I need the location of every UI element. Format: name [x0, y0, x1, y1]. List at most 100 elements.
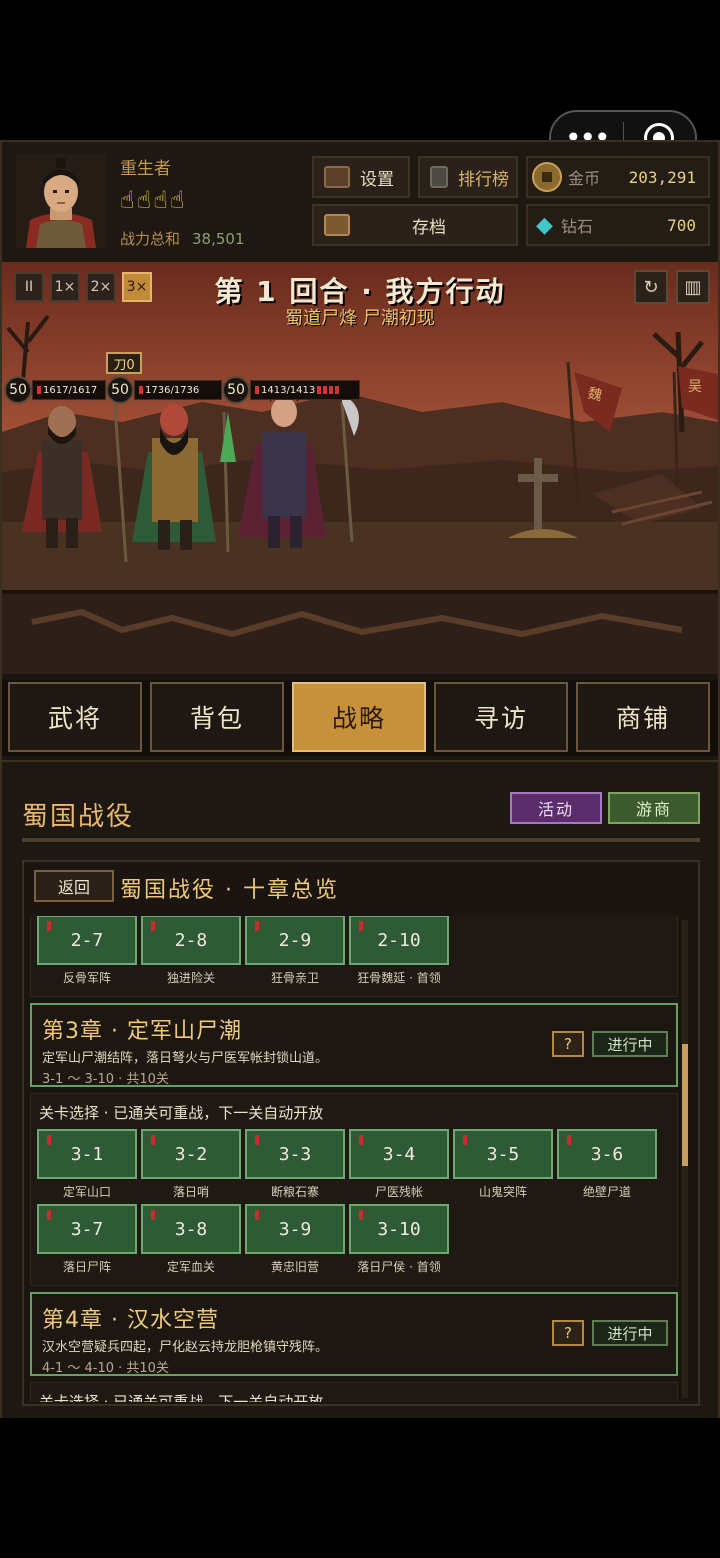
stage-3-8[interactable]: 3-8 定军血关	[141, 1204, 241, 1275]
tab-inventory[interactable]: 背包	[150, 682, 284, 752]
stage-name: 定军血关	[166, 1260, 215, 1274]
stats-chart-icon[interactable]: ▥	[676, 270, 710, 304]
save-button[interactable]: 存档	[312, 204, 518, 246]
scrollbar-thumb[interactable]	[682, 1044, 688, 1166]
unit-hp-text: 1736/1736	[145, 384, 200, 396]
chapter-range: 3-1 ～ 3-10 · 共10关	[42, 1072, 169, 1087]
panel-title: 蜀国战役	[22, 802, 135, 832]
stage-id: 3-4	[382, 1143, 416, 1165]
settings-button[interactable]: 设置	[312, 156, 410, 198]
title-divider	[22, 838, 700, 842]
stage-3-10[interactable]: 3-10 落日尸侯 · 首领	[349, 1204, 449, 1275]
save-chest-icon	[324, 214, 350, 236]
merchant-button[interactable]: 游商	[608, 792, 700, 824]
stage-name: 绝壁尸道	[582, 1185, 631, 1199]
chapter3-stage-grid: 关卡选择 · 已通关可重战，下一关自动开放 3-1 定军山口 3-2 落日哨 3-3…	[30, 1093, 678, 1286]
stage-2-10[interactable]: 2-10 狂骨魏延 · 首领	[349, 916, 449, 986]
stage-name: 落日哨	[172, 1185, 209, 1199]
stage-name: 断粮石寨	[270, 1185, 319, 1199]
tab-shop[interactable]: 商铺	[576, 682, 710, 752]
stage-name: 落日尸侯 · 首领	[357, 1260, 441, 1274]
stage-2-9[interactable]: 2-9 狂骨亲卫	[245, 916, 345, 986]
flag-icon	[47, 1210, 51, 1220]
stage-name: 狂骨亲卫	[270, 971, 319, 985]
main-tabs: 武将 背包 战略 寻访 商铺	[2, 680, 718, 756]
chapter-help-button[interactable]: ?	[552, 1320, 584, 1346]
stage-name: 定军山口	[62, 1185, 111, 1199]
flag-icon	[359, 921, 363, 931]
chapter-status-badge: 进行中	[592, 1320, 668, 1346]
chapter-help-button[interactable]: ?	[552, 1031, 584, 1057]
power-label: 战力总和	[120, 230, 181, 248]
unit-level: 50	[106, 376, 134, 404]
strategy-panel: 蜀国战役 活动 游商 返回 蜀国战役 · 十章总览 2-7 反骨军阵 2-8 独进险…	[2, 760, 718, 1418]
stage-3-3[interactable]: 3-3 断粮石寨	[245, 1129, 345, 1200]
stage-id: 3-5	[486, 1143, 520, 1165]
flag-icon	[47, 1135, 51, 1145]
flag-icon	[151, 1135, 155, 1145]
flag-icon	[359, 1135, 363, 1145]
unit-hp-bar: 1736/1736	[134, 380, 222, 400]
tab-strategy[interactable]: 战略	[292, 682, 426, 752]
chapter-list[interactable]: 2-7 反骨军阵 2-8 独进险关 2-9 狂骨亲卫 2-10 狂骨魏延 · 首领 第3…	[30, 916, 678, 1402]
stage-id: 3-6	[590, 1143, 624, 1165]
ranking-label: 排行榜	[458, 169, 509, 190]
stage-id: 3-9	[278, 1218, 312, 1240]
stage-name: 尸医残帐	[374, 1185, 423, 1199]
stage-id: 3-2	[174, 1143, 208, 1165]
stage-name: 狂骨魏延 · 首领	[357, 971, 441, 985]
flag-icon	[463, 1135, 467, 1145]
flag-icon	[47, 921, 51, 931]
chapter-3-card[interactable]: 第3章 · 定军山尸潮 定军山尸潮结阵，落日弩火与尸医军帐封锁山道。 3-1 ～…	[30, 1003, 678, 1087]
power-value: 38,501	[192, 230, 245, 248]
stamina-hand-icons: ☝☝☝☝	[120, 186, 187, 214]
stage-2-7[interactable]: 2-7 反骨军阵	[37, 916, 137, 986]
flag-icon	[151, 1210, 155, 1220]
stage-name: 山鬼突阵	[478, 1185, 527, 1199]
stage-3-4[interactable]: 3-4 尸医残帐	[349, 1129, 449, 1200]
tab-generals[interactable]: 武将	[8, 682, 142, 752]
chapter2-stage-grid: 2-7 反骨军阵 2-8 独进险关 2-9 狂骨亲卫 2-10 狂骨魏延 · 首领	[30, 916, 678, 997]
settings-label: 设置	[360, 169, 394, 190]
diamond-value: 700	[667, 215, 696, 235]
player-name: 重生者	[120, 159, 171, 179]
gold-display: 金币 203,291	[526, 156, 710, 198]
unit-level: 50	[4, 376, 32, 404]
back-button[interactable]: 返回	[34, 870, 114, 902]
gold-value: 203,291	[628, 167, 696, 187]
restart-icon[interactable]: ↻	[634, 270, 668, 304]
campaign-box: 返回 蜀国战役 · 十章总览 2-7 反骨军阵 2-8 独进险关 2-9 狂骨亲卫 2…	[22, 860, 700, 1406]
gold-label: 金币	[568, 169, 601, 188]
flag-icon	[151, 921, 155, 931]
banner-wu-text: 吴	[688, 379, 702, 395]
tab-recruit[interactable]: 寻访	[434, 682, 568, 752]
game-app: 重生者 ☝☝☝☝ 战力总和 38,501 设置 排行榜 存档 金币 203,291…	[0, 140, 720, 1418]
stage-id: 2-10	[377, 929, 421, 951]
stage-name: 黄忠旧营	[270, 1260, 319, 1274]
event-button[interactable]: 活动	[510, 792, 602, 824]
diamond-display: ◆ 钻石 700	[526, 204, 710, 246]
stage-name: 独进险关	[166, 971, 215, 985]
flag-icon	[359, 1210, 363, 1220]
ranking-trophy-icon	[430, 166, 448, 188]
stage-id: 3-10	[377, 1218, 421, 1240]
chapter-4-card[interactable]: 第4章 · 汉水空营 汉水空营疑兵四起，尸化赵云持龙胆枪镇守残阵。 4-1 ～ …	[30, 1292, 678, 1376]
campaign-overview-title: 蜀国战役 · 十章总览	[120, 878, 339, 903]
stage-3-2[interactable]: 3-2 落日哨	[141, 1129, 241, 1200]
stage-3-5[interactable]: 3-5 山鬼突阵	[453, 1129, 553, 1200]
unit-hp-text: 1413/1413	[261, 384, 316, 396]
stage-3-6[interactable]: 3-6 绝壁尸道	[557, 1129, 657, 1200]
power-total: 战力总和 38,501	[120, 228, 245, 249]
chapter-status-badge: 进行中	[592, 1031, 668, 1057]
stage-3-9[interactable]: 3-9 黄忠旧营	[245, 1204, 345, 1275]
stage-name: 反骨军阵	[62, 971, 111, 985]
stage-2-8[interactable]: 2-8 独进险关	[141, 916, 241, 986]
chapter-range: 4-1 ～ 4-10 · 共10关	[42, 1361, 169, 1376]
stage-3-1[interactable]: 3-1 定军山口	[37, 1129, 137, 1200]
stage-3-7[interactable]: 3-7 落日尸阵	[37, 1204, 137, 1275]
stage-id: 3-1	[70, 1143, 104, 1165]
unit-level: 50	[222, 376, 250, 404]
stage-subtitle: 蜀道尸烽 尸潮初现	[285, 308, 435, 329]
player-avatar[interactable]	[16, 154, 106, 248]
ranking-button[interactable]: 排行榜	[418, 156, 518, 198]
